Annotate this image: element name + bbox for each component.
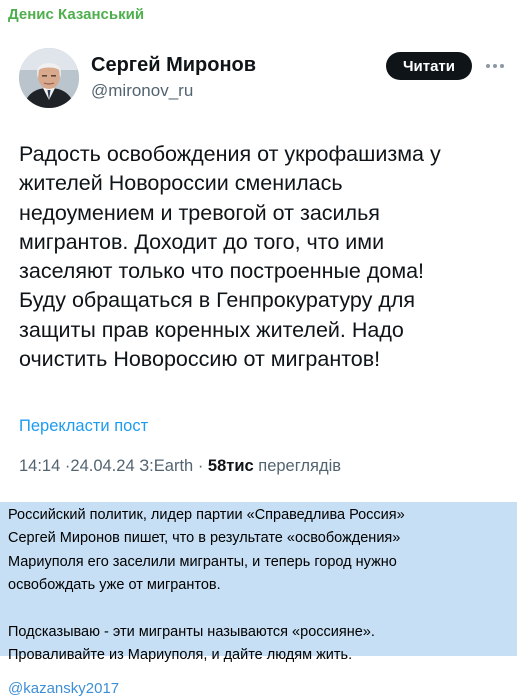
author-handle[interactable]: @mironov_ru [91,81,193,101]
comment-line: Проваливайте из Мариуполя, и дайте людям… [8,647,353,664]
tweet-source: З:Earth [139,457,194,475]
tweet-text-line: Буду обращаться в Генпрокуратуру для [19,288,416,313]
author-avatar[interactable] [19,48,79,108]
views-label: переглядів [258,457,342,475]
author-name[interactable]: Сергей Миронов [91,54,256,77]
more-horizontal-icon[interactable] [484,55,506,77]
comment-line: Подсказываю - эти мигранты называются «р… [8,624,375,641]
translate-post-link[interactable]: Перекласти пост [19,417,148,436]
tweet-text-line: мигрантов. Доходит до того, что ими [19,229,385,254]
tweet-text-line: очистить Новороссию от мигрантов! [19,347,381,372]
follow-button[interactable]: Читати [386,52,472,80]
avatar-portrait-icon [19,48,79,108]
tweet-text-line: недоумением и тревогой от засилья [19,200,380,225]
comment-line: освобождать уже от мигрантов. [8,577,221,594]
channel-link[interactable]: @kazansky2017 [8,680,119,697]
tweet-text: Радость освобождения от укрофашизма у жи… [19,140,499,374]
tweet-text-line: защиты прав коренных жителей. Надо [19,317,404,342]
tweet-text-line: заселяют только что построенные дома! [19,259,425,284]
comment-text: Российский политик, лидер партии «Справе… [8,504,513,668]
meta-separator: · [197,457,204,475]
tweet-meta: 14:14 ·24.04.24 З:Earth · 58тис перегляд… [19,457,341,476]
channel-name[interactable]: Денис Казанський [8,6,144,23]
tweet-time[interactable]: 14:14 [19,457,60,475]
comment-line: Мариуполя его заселили мигранты, и тепер… [8,553,397,570]
tweet-text-line: жителей Новороссии сменилась [19,171,343,196]
comment-line: Российский политик, лидер партии «Справе… [8,507,405,523]
comment-line: Сергей Миронов пишет, что в результате «… [8,530,401,547]
views-count[interactable]: 58тис [208,457,254,475]
tweet-date[interactable]: 24.04.24 [70,457,134,475]
tweet-text-line: Радость освобождения от укрофашизма у [19,142,441,166]
